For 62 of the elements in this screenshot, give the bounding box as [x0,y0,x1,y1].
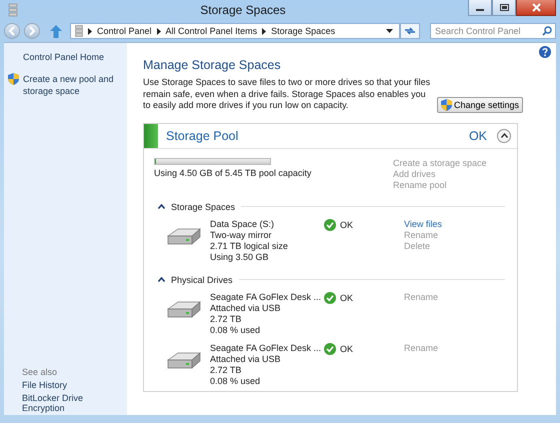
drive-action-link[interactable]: View files [404,218,505,228]
breadcrumb[interactable]: Control Panel [97,26,152,36]
pool-status: OK [468,128,487,142]
page-heading: Manage Storage Spaces [143,58,282,72]
breadcrumb-arrow-icon[interactable] [88,28,92,34]
control-panel-icon [75,25,83,37]
section-toggle-icon[interactable] [158,277,165,282]
drive-detail: Using 3.50 GB [210,252,270,262]
check-icon [324,218,336,230]
section-title: Physical Drives [171,274,233,284]
sidebar-link[interactable]: Create a new pool and storage space [23,73,127,97]
drive-detail: 0.08 % used [210,324,262,336]
drive-status: OK [340,220,354,230]
drive-detail: 2.72 TB [210,364,242,376]
sidebar-link[interactable]: Control Panel Home [23,51,104,63]
drive-detail: Attached via USB [210,302,282,314]
see-also-link[interactable]: File History [22,380,127,390]
search-icon[interactable] [542,26,552,36]
restore-icon [500,4,508,11]
drive-status: OK [340,344,354,354]
close-button[interactable] [516,0,556,16]
section-title: Storage Spaces [171,202,236,212]
dropdown-icon[interactable] [386,29,393,33]
hard-drive-icon [166,226,202,246]
drive-detail: 0.08 % used [210,376,262,386]
drive-detail: Seagate FA GoFlex Desk ... [210,292,322,302]
capacity-text: Using 4.50 GB of 5.45 TB pool capacity [154,168,312,178]
hard-drive-icon [166,300,202,320]
drive-detail: 2.72 TB [210,314,242,324]
pool-name: Storage Pool [166,128,240,142]
shield-icon [441,98,452,110]
close-icon [532,3,540,12]
address-bar[interactable]: Control Panel All Control Panel Items Storage Spaces [70,23,400,39]
refresh-button[interactable] [400,23,420,39]
drive-detail: Attached via USB [210,354,282,364]
check-icon [324,342,336,354]
minimize-button[interactable] [468,0,492,16]
breadcrumb[interactable]: All Control Panel Items [166,26,258,36]
see-also-heading: See also [22,367,58,377]
chevron-icon [500,133,508,138]
window-title: Storage Spaces [199,3,287,17]
breadcrumb[interactable]: Storage Spaces [271,26,336,36]
hard-drive-icon [166,350,202,370]
drive-detail: Seagate FA GoFlex Desk ... [210,342,322,354]
shield-icon [8,73,19,85]
check-icon [324,292,336,304]
drive-status: OK [340,292,354,302]
breadcrumb-arrow-icon[interactable] [156,28,161,34]
change-settings-button[interactable]: Change settings [437,96,524,112]
breadcrumb-arrow-icon[interactable] [262,28,266,34]
refresh-icon [404,26,416,36]
help-icon[interactable] [539,46,551,58]
restore-button[interactable] [492,0,516,16]
section-toggle-icon[interactable] [158,204,165,209]
drive-detail: 2.71 TB logical size [210,240,289,252]
pool-status-bar [144,124,158,148]
collapse-button[interactable] [497,128,511,142]
description-text: Use Storage Spaces to save files to two or more drives so that your files remain safe, even when a drive fails. Storage Spaces also enables you to easily add more drives if you run low on capacity. [143,77,431,112]
see-also-link[interactable]: BitLocker Drive Encryption [22,393,127,413]
search-field[interactable]: Search Control Panel [430,23,556,39]
drive-detail: Data Space (S:) [210,218,276,230]
drive-detail: Two-way mirror [210,230,273,240]
